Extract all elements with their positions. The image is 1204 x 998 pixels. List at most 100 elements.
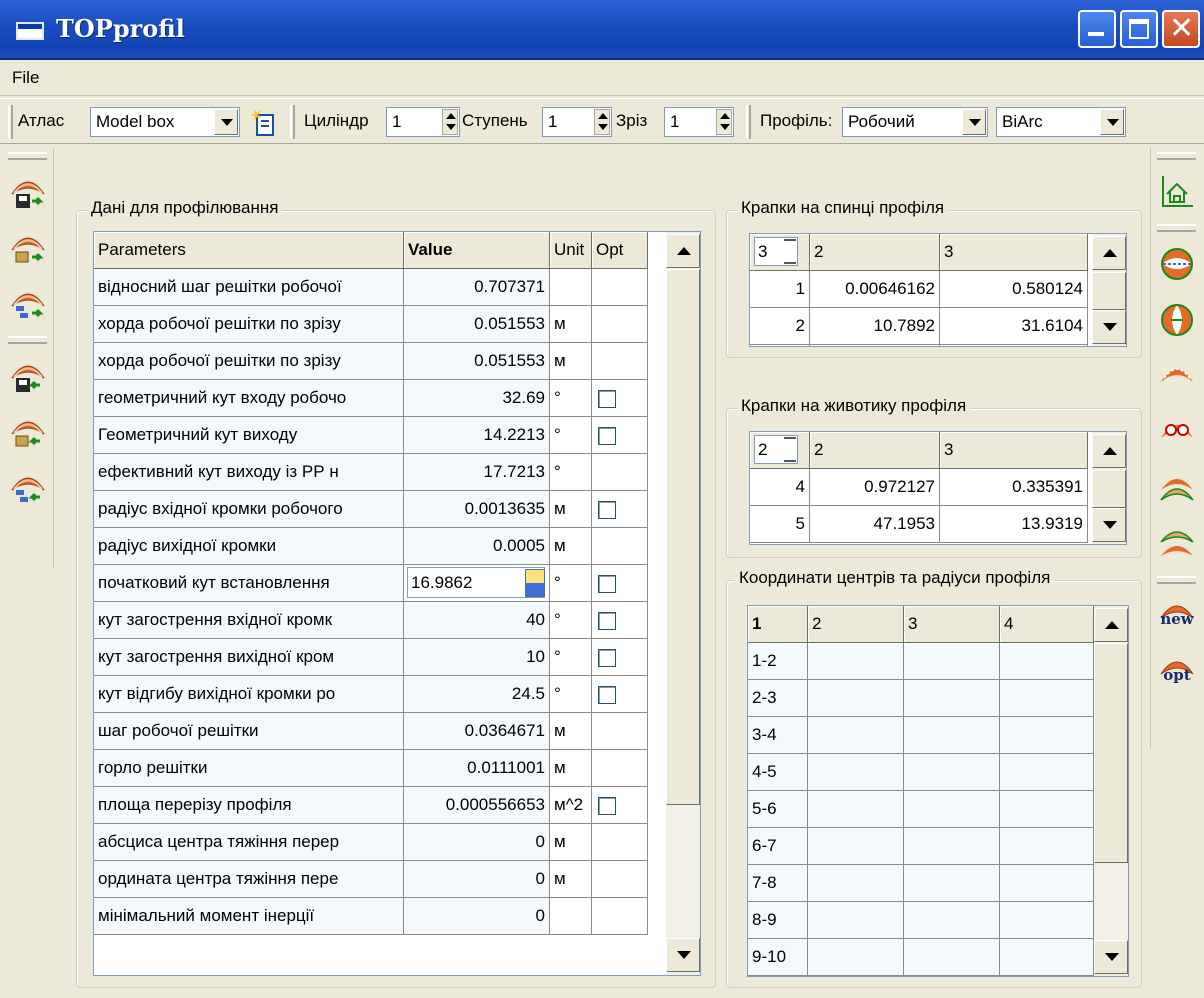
point-y[interactable]: 0.580124 xyxy=(940,271,1088,308)
table-row[interactable]: шаг робочої решітки 0.0364671 м xyxy=(94,713,648,750)
table-row[interactable]: 1 0.00646162 0.580124 xyxy=(750,271,1088,308)
column-header[interactable]: 2 xyxy=(810,432,940,469)
opt-checkbox[interactable] xyxy=(598,685,616,704)
center-cell[interactable] xyxy=(904,939,1000,976)
parameters-grid[interactable]: Parameters Value Unit Opt відносний шаг реші… xyxy=(93,231,701,976)
param-value[interactable]: 0.051553 xyxy=(404,306,550,343)
param-value-editor[interactable]: 16.9862 xyxy=(404,565,550,602)
param-value[interactable]: 0.0005 xyxy=(404,528,550,565)
param-value[interactable]: 10 xyxy=(404,639,550,676)
point-y[interactable]: 31.6104 xyxy=(940,308,1088,345)
corner-spinner[interactable]: 2 xyxy=(750,432,810,469)
table-row[interactable]: кут загострення вхідної кромк 40 ° xyxy=(94,602,648,639)
table-row[interactable]: геометричний кут входу робочо 32.69 ° xyxy=(94,380,648,417)
center-cell[interactable] xyxy=(808,717,904,754)
center-cell[interactable] xyxy=(904,865,1000,902)
center-cell[interactable] xyxy=(1000,680,1094,717)
param-value[interactable]: 17.7213 xyxy=(404,454,550,491)
param-value[interactable]: 0 xyxy=(404,824,550,861)
toolbar-grip[interactable] xyxy=(1157,152,1196,160)
export-profile-button[interactable] xyxy=(2,220,54,276)
toolbar-grip[interactable] xyxy=(8,105,13,139)
header-parameters[interactable]: Parameters xyxy=(94,232,404,269)
table-row[interactable]: 2-3 xyxy=(748,680,1094,717)
point-y[interactable]: 0.335391 xyxy=(940,469,1088,506)
param-value[interactable]: 0 xyxy=(404,861,550,898)
param-value[interactable]: 0.0013635 xyxy=(404,491,550,528)
center-cell[interactable] xyxy=(1000,939,1094,976)
column-header[interactable]: 1 xyxy=(748,606,808,643)
table-row[interactable]: початковий кут встановлення 16.9862 ° xyxy=(94,565,648,602)
opt-checkbox[interactable] xyxy=(598,611,616,630)
table-row[interactable]: 3-4 xyxy=(748,717,1094,754)
param-value[interactable]: 0.051553 xyxy=(404,343,550,380)
table-row[interactable]: хорда робочої решітки по зрізу 0.051553 м xyxy=(94,343,648,380)
centers-scrollbar[interactable] xyxy=(1094,606,1128,976)
section-spinner[interactable]: 1 xyxy=(664,107,734,137)
new-file-icon[interactable] xyxy=(248,107,278,137)
profile-view-4-button[interactable] xyxy=(1151,404,1203,460)
header-value[interactable]: Value xyxy=(404,232,550,269)
center-cell[interactable] xyxy=(808,643,904,680)
center-cell[interactable] xyxy=(1000,643,1094,680)
center-cell[interactable] xyxy=(808,828,904,865)
export-tree-button[interactable] xyxy=(2,276,54,332)
chevron-down-icon[interactable] xyxy=(214,109,238,135)
center-cell[interactable] xyxy=(1000,828,1094,865)
table-row[interactable]: горло решітки 0.0111001 м xyxy=(94,750,648,787)
profile-view-1-button[interactable] xyxy=(1151,236,1203,292)
parameters-scrollbar[interactable] xyxy=(666,232,700,975)
profile-opt-button[interactable]: opt xyxy=(1151,644,1203,700)
table-row[interactable]: 5 47.1953 13.9319 xyxy=(750,506,1088,543)
table-row[interactable]: радіус вхідної кромки робочого 0.0013635 м xyxy=(94,491,648,528)
cylinder-spinner[interactable]: 1 xyxy=(386,107,460,137)
center-cell[interactable] xyxy=(808,754,904,791)
table-row[interactable]: 1-2 xyxy=(748,643,1094,680)
table-row[interactable]: радіус вихідної кромки 0.0005 м xyxy=(94,528,648,565)
scroll-up-arrow[interactable] xyxy=(666,234,700,268)
center-cell[interactable] xyxy=(808,939,904,976)
table-row[interactable]: абсциса центра тяжіння перер 0 м xyxy=(94,824,648,861)
center-cell[interactable] xyxy=(904,754,1000,791)
scroll-thumb[interactable] xyxy=(1092,470,1126,508)
center-cell[interactable] xyxy=(808,680,904,717)
center-cell[interactable] xyxy=(808,865,904,902)
spin-arrows-icon[interactable] xyxy=(442,109,458,135)
minimize-button[interactable] xyxy=(1078,10,1116,48)
chevron-down-icon[interactable] xyxy=(962,109,986,135)
center-cell[interactable] xyxy=(1000,717,1094,754)
table-row[interactable]: площа перерізу профіля 0.000556653 м^2 xyxy=(94,787,648,824)
scroll-up-arrow[interactable] xyxy=(1092,236,1126,270)
method-select[interactable]: BiArc xyxy=(996,107,1126,137)
table-row[interactable]: 2 10.7892 31.6104 xyxy=(750,308,1088,345)
spin-arrows-icon[interactable] xyxy=(594,109,610,135)
center-cell[interactable] xyxy=(904,791,1000,828)
param-value[interactable]: 24.5 xyxy=(404,676,550,713)
table-row[interactable]: хорда робочої решітки по зрізу 0.051553 м xyxy=(94,306,648,343)
spin-arrows-icon[interactable] xyxy=(784,239,796,264)
table-row[interactable]: 4-5 xyxy=(748,754,1094,791)
stage-spinner[interactable]: 1 xyxy=(542,107,612,137)
spin-arrows-icon[interactable] xyxy=(525,569,545,597)
point-x[interactable]: 0.00646162 xyxy=(810,271,940,308)
scroll-down-arrow[interactable] xyxy=(1092,310,1126,344)
scroll-down-arrow[interactable] xyxy=(1092,508,1126,542)
menu-file[interactable]: File xyxy=(12,68,39,88)
point-x[interactable]: 0.972127 xyxy=(810,469,940,506)
back-points-scrollbar[interactable] xyxy=(1092,234,1126,346)
header-opt[interactable]: Opt xyxy=(592,232,648,269)
spin-arrows-icon[interactable] xyxy=(784,437,796,462)
profile-view-5-button[interactable] xyxy=(1151,460,1203,516)
toolbar-grip[interactable] xyxy=(746,105,751,139)
table-row[interactable]: мінімальний момент інерції 0 xyxy=(94,898,648,935)
center-cell[interactable] xyxy=(1000,865,1094,902)
header-unit[interactable]: Unit xyxy=(550,232,592,269)
table-row[interactable]: 5-6 xyxy=(748,791,1094,828)
point-x[interactable]: 47.1953 xyxy=(810,506,940,543)
opt-checkbox[interactable] xyxy=(598,426,616,445)
profile-select[interactable]: Робочий xyxy=(842,107,988,137)
point-x[interactable]: 10.7892 xyxy=(810,308,940,345)
maximize-button[interactable] xyxy=(1120,10,1158,48)
chevron-down-icon[interactable] xyxy=(1100,109,1124,135)
param-value[interactable]: 0.0111001 xyxy=(404,750,550,787)
